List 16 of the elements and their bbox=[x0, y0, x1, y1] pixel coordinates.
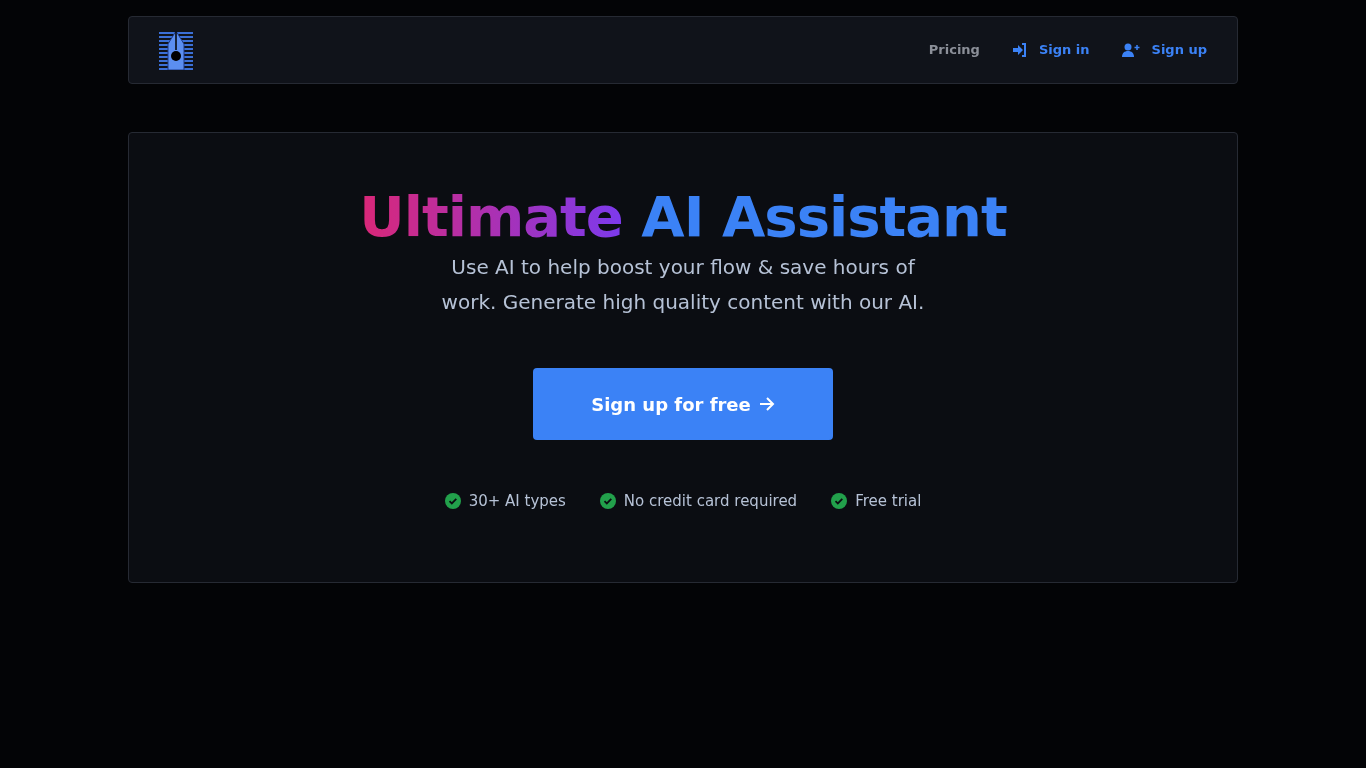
feature-label: No credit card required bbox=[623, 491, 798, 513]
signup-button[interactable]: Sign up for free bbox=[533, 368, 833, 441]
subtitle: Use AI to help boost your flow & save hours of work. Generate high quality content with our AI. bbox=[440, 254, 926, 317]
feature-label: 30+ AI types bbox=[468, 491, 566, 513]
feature-label: Free trial bbox=[855, 491, 922, 513]
check-circle-icon bbox=[831, 493, 848, 510]
arrow-right-icon bbox=[758, 397, 775, 412]
headline: AI Assistant bbox=[641, 184, 1007, 249]
nav-link[interactable]: Pricing bbox=[928, 36, 980, 64]
logo[interactable] bbox=[159, 30, 193, 70]
check-circle-icon bbox=[444, 493, 461, 510]
add-user-icon bbox=[1121, 43, 1140, 57]
nav-link[interactable]: Sign up bbox=[1121, 36, 1207, 64]
check-circle-icon bbox=[599, 493, 616, 510]
sign-in-icon bbox=[1011, 43, 1027, 57]
nav-link[interactable]: Sign in bbox=[1011, 36, 1090, 64]
